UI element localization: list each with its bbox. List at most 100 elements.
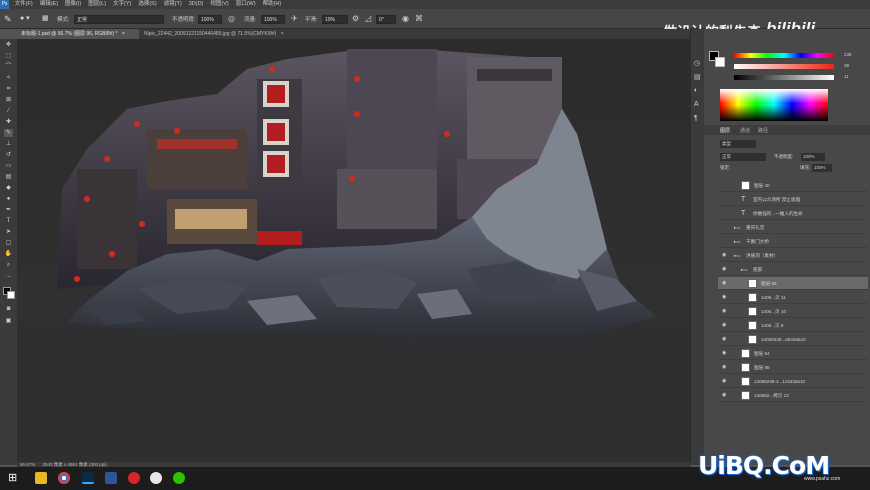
menu-item[interactable]: 窗口(W)	[236, 0, 256, 9]
brush-settings-icon[interactable]: ▦	[42, 14, 52, 24]
move-tool-icon[interactable]: ✥	[4, 41, 13, 49]
hue-slider[interactable]	[734, 53, 834, 58]
path-select-tool-icon[interactable]: ➤	[4, 228, 13, 236]
history-brush-tool-icon[interactable]: ↺	[4, 151, 13, 159]
gradient-tool-icon[interactable]: ▤	[4, 173, 13, 181]
angle-field[interactable]: 0°	[376, 15, 396, 24]
brush-tool-icon[interactable]: ✎	[4, 129, 13, 137]
close-icon[interactable]: ×	[122, 31, 125, 37]
close-icon[interactable]: ×	[281, 31, 284, 37]
frame-tool-icon[interactable]: ⊠	[4, 96, 13, 104]
smoothing-field[interactable]: 10%	[322, 15, 348, 24]
folder-icon[interactable]: ▸▭	[734, 221, 741, 234]
visibility-eye-icon[interactable]: ◉	[722, 277, 726, 290]
folder-icon[interactable]: ▸▭	[734, 249, 741, 262]
menu-item[interactable]: 滤镜(T)	[164, 0, 182, 9]
layer-row[interactable]: ◉ ▸▭ 底部	[718, 263, 868, 276]
visibility-eye-icon[interactable]: ◉	[722, 263, 726, 276]
paragraph-panel-icon[interactable]: ¶	[694, 115, 698, 122]
layer-row[interactable]: ▸▭ 重庆礼堂	[718, 221, 868, 234]
layer-row[interactable]: ◉ 14068236-4...1c543a510	[718, 375, 868, 388]
pen-tool-icon[interactable]: ✒	[4, 206, 13, 214]
layer-row[interactable]: ◉ ▸▭ 洪崖洞（素材）	[718, 249, 868, 262]
visibility-eye-icon[interactable]: ◉	[722, 291, 726, 304]
history-panel-icon[interactable]: ◷	[694, 59, 700, 67]
blur-tool-icon[interactable]: ◆	[4, 184, 13, 192]
layer-opacity-field[interactable]: 100%	[801, 153, 825, 161]
pressure-size-icon[interactable]: ◉	[402, 14, 409, 23]
layer-row[interactable]: ◉ 图层 64	[718, 347, 868, 360]
character-panel-icon[interactable]: A	[694, 101, 699, 108]
crop-tool-icon[interactable]: ⌗	[4, 85, 13, 93]
background-color-swatch[interactable]	[7, 291, 15, 299]
eraser-tool-icon[interactable]: ▭	[4, 162, 13, 170]
tab-layers[interactable]: 图层	[720, 127, 730, 134]
saturation-value[interactable]: 39	[844, 63, 849, 68]
fill-field[interactable]: 100%	[812, 164, 832, 172]
layer-row[interactable]: ◉ 1406...贝 10	[718, 305, 868, 318]
menu-item[interactable]: 3D(D)	[189, 0, 204, 9]
file-explorer-icon[interactable]	[35, 472, 47, 484]
menu-item[interactable]: 图像(I)	[65, 0, 81, 9]
folder-icon[interactable]: ▸▭	[734, 235, 741, 248]
symmetry-icon[interactable]: ⌘	[415, 14, 423, 23]
layer-row[interactable]: 图层 40	[718, 179, 868, 192]
menu-item[interactable]: 选择(S)	[138, 0, 156, 9]
visibility-eye-icon[interactable]: ◉	[722, 249, 726, 262]
flow-field[interactable]: 100%	[261, 15, 285, 24]
tab-channels[interactable]: 通道	[740, 127, 750, 134]
netease-music-icon[interactable]	[128, 472, 140, 484]
document-canvas[interactable]	[17, 39, 690, 462]
properties-panel-icon[interactable]: ▤	[694, 73, 701, 81]
healing-brush-tool-icon[interactable]: ✚	[4, 118, 13, 126]
marquee-tool-icon[interactable]: ⬚	[4, 52, 13, 60]
app-icon[interactable]	[105, 472, 117, 484]
brush-tool-icon[interactable]: ✎	[4, 14, 14, 24]
chrome-icon[interactable]	[58, 472, 70, 484]
menu-item[interactable]: 文件(F)	[15, 0, 33, 9]
saturation-slider[interactable]	[734, 64, 834, 69]
type-tool-icon[interactable]: T	[4, 217, 13, 225]
photoshop-taskbar-icon[interactable]	[82, 472, 94, 484]
zoom-tool-icon[interactable]: ⌕	[4, 261, 13, 269]
hue-value[interactable]: 236	[844, 52, 852, 57]
layer-row[interactable]: ◉ 14068236...a543a510	[718, 333, 868, 346]
more-tools-icon[interactable]: …	[4, 272, 13, 280]
layer-row[interactable]: ◉ 图层 95	[718, 361, 868, 374]
visibility-eye-icon[interactable]: ◉	[722, 319, 726, 332]
layer-row[interactable]: ▸▭ 千厮门大桥	[718, 235, 868, 248]
visibility-eye-icon[interactable]: ◉	[722, 361, 726, 374]
color-spectrum[interactable]	[720, 89, 828, 121]
app-round-icon[interactable]	[150, 472, 162, 484]
shape-tool-icon[interactable]: ▢	[4, 239, 13, 247]
layer-filter-select[interactable]: 类型	[720, 140, 756, 148]
brightness-slider[interactable]	[734, 75, 834, 80]
hand-tool-icon[interactable]: ✋	[4, 250, 13, 258]
layer-row[interactable]: ◉ 图层 96	[718, 277, 868, 290]
menu-item[interactable]: 文字(Y)	[113, 0, 131, 9]
dodge-tool-icon[interactable]: ●	[4, 195, 13, 203]
tab-paths[interactable]: 路径	[758, 127, 768, 134]
visibility-eye-icon[interactable]: ◉	[722, 389, 726, 402]
screen-mode-icon[interactable]: ▣	[4, 317, 13, 325]
airbrush-icon[interactable]: ✈	[291, 14, 298, 23]
wechat-icon[interactable]	[173, 472, 185, 484]
folder-icon[interactable]: ▸▭	[741, 263, 748, 276]
smoothing-options-icon[interactable]: ⚙	[352, 14, 359, 23]
mode-select[interactable]: 正常	[74, 15, 164, 24]
menu-item[interactable]: 图层(L)	[88, 0, 106, 9]
layer-row[interactable]: T 室内公众场所 禁止吸烟	[718, 193, 868, 206]
layer-row[interactable]: ◉ 1406...贝 9	[718, 319, 868, 332]
stamp-tool-icon[interactable]: ⊥	[4, 140, 13, 148]
layer-row[interactable]: ◉ 140682...拷贝 13	[718, 389, 868, 402]
tab-untitled-psd[interactable]: 未标题-1.psd @ 66.7% (图层 96, RGB/8#) * ×	[17, 29, 139, 39]
menu-item[interactable]: 帮助(H)	[263, 0, 282, 9]
layer-row[interactable]: T 你勉强的...一推入的生命	[718, 207, 868, 220]
brush-preset-picker[interactable]: ● ▾	[20, 14, 38, 24]
blend-mode-select[interactable]: 正常	[720, 153, 766, 161]
tab-nipic-jpg[interactable]: Nipic_22442_20091221150440489.jpg @ 71.5…	[140, 29, 340, 39]
ps-logo-icon[interactable]: Ps	[0, 0, 9, 9]
menu-item[interactable]: 编辑(E)	[40, 0, 58, 9]
visibility-eye-icon[interactable]: ◉	[722, 375, 726, 388]
opacity-field[interactable]: 100%	[198, 15, 222, 24]
